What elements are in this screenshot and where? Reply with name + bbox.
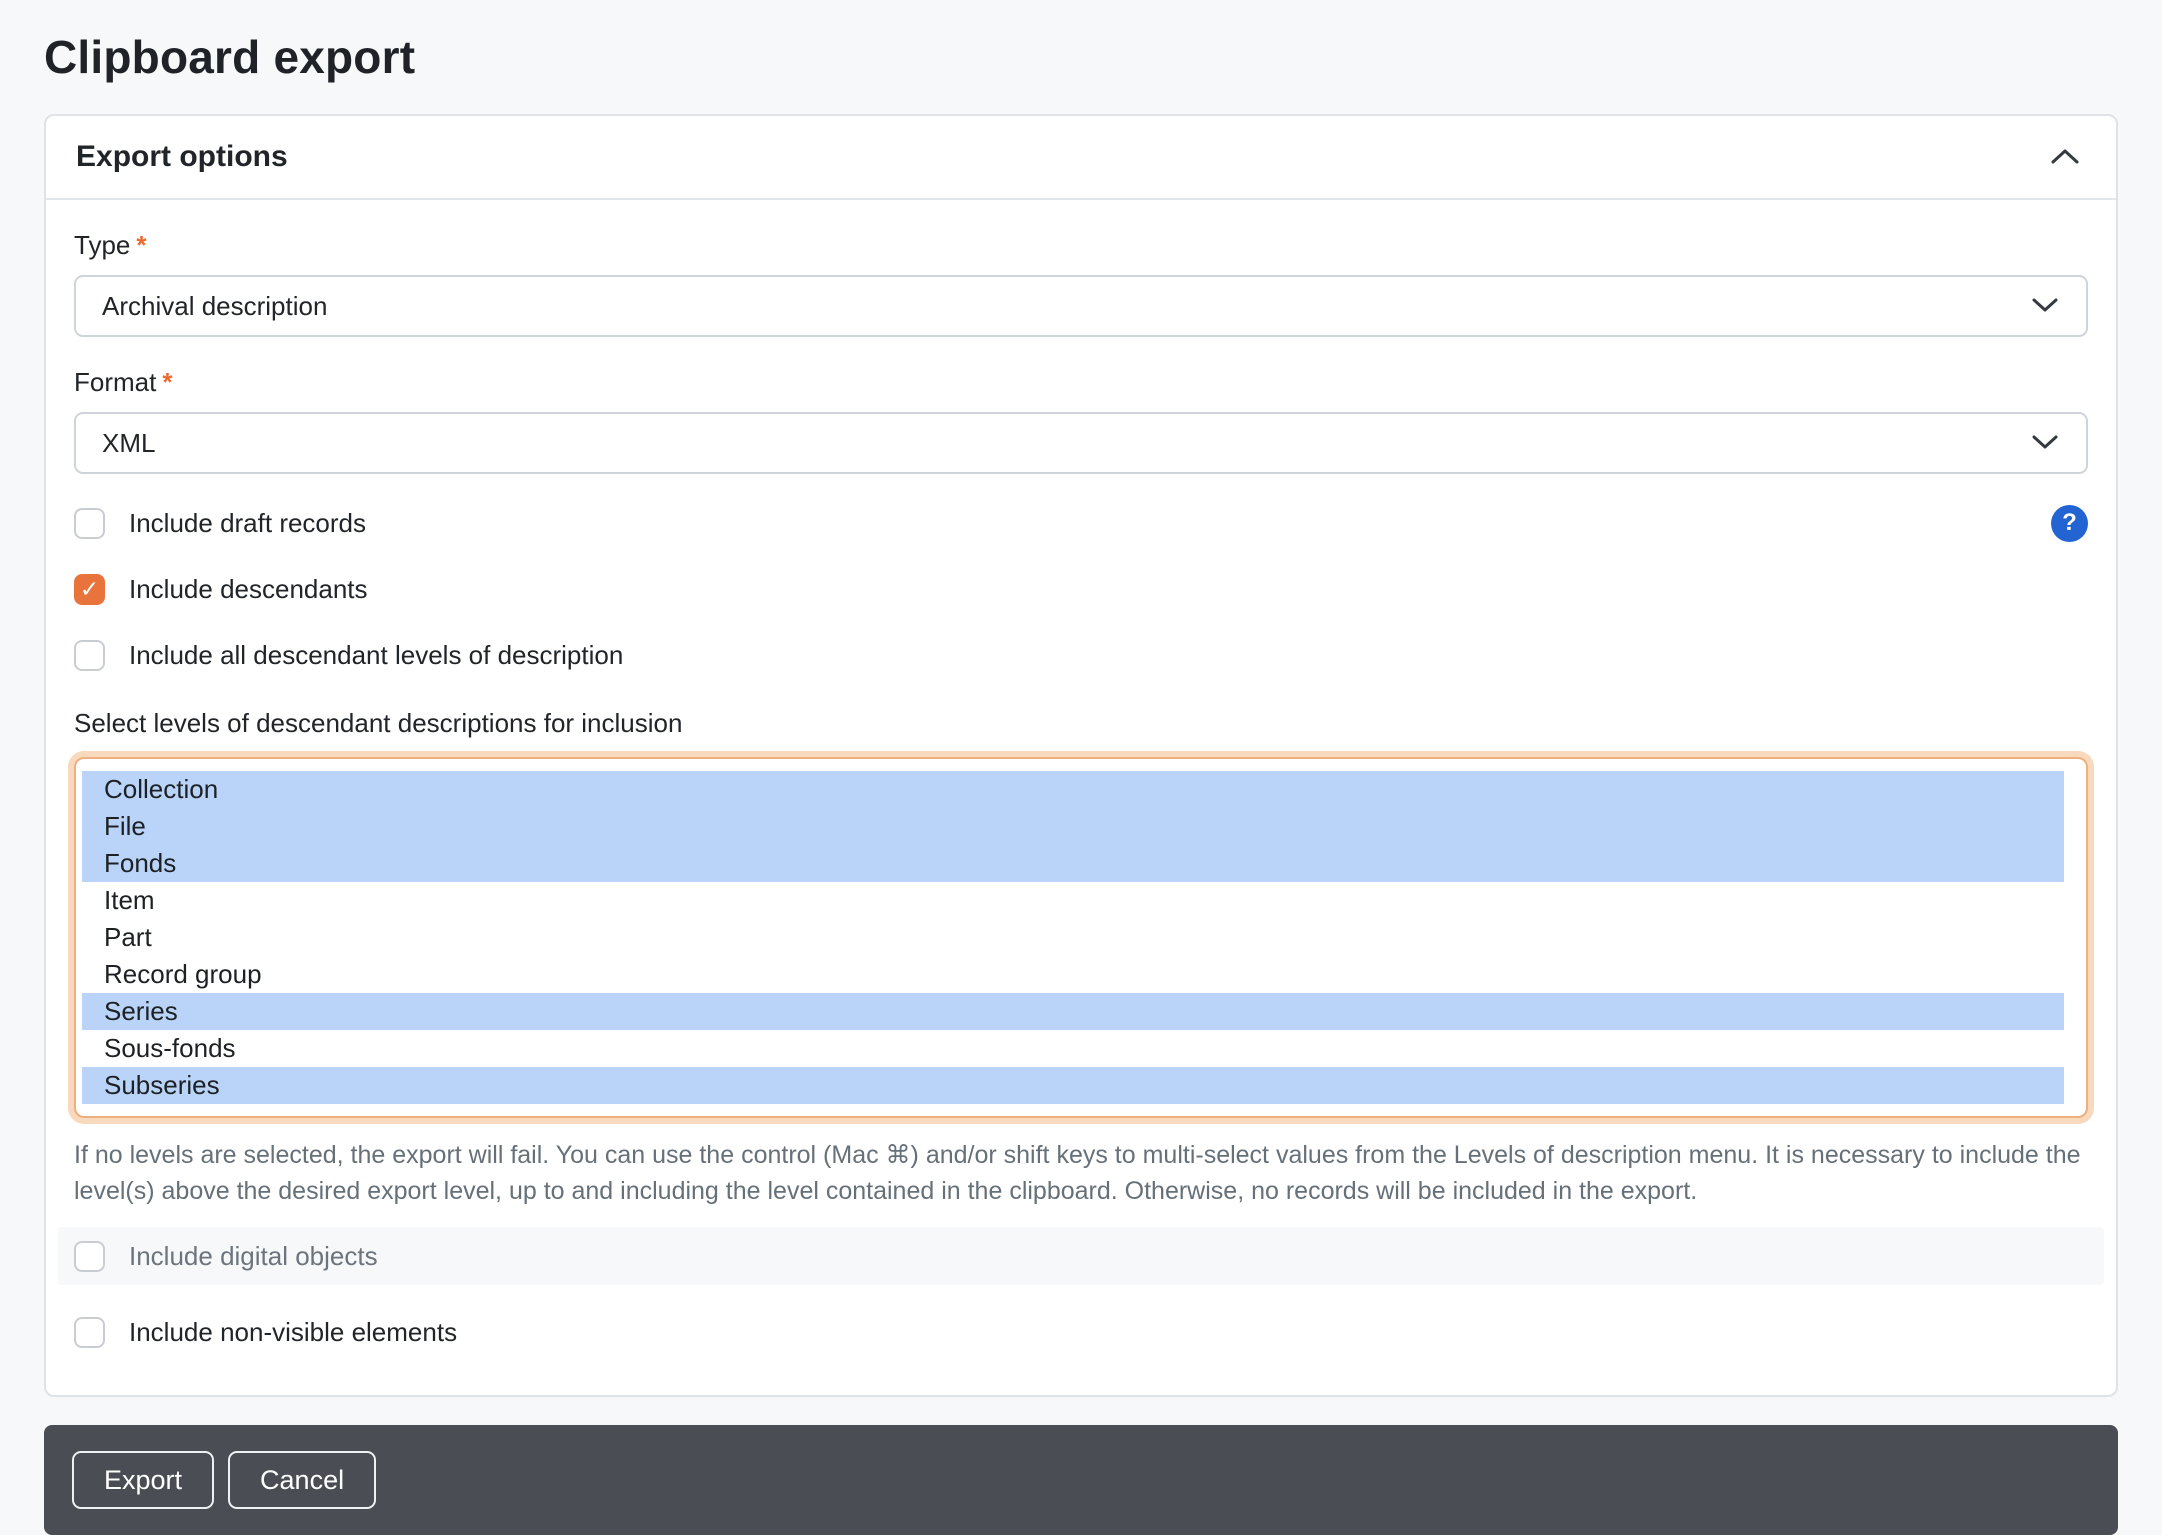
export-options-header[interactable]: Export options: [46, 116, 2116, 200]
include-digital-objects-strip: Include digital objects: [58, 1227, 2104, 1285]
include-digital-objects-row: Include digital objects: [74, 1237, 2088, 1275]
level-option-fonds[interactable]: Fonds: [82, 845, 2064, 882]
include-draft-records-label: Include draft records: [129, 508, 366, 539]
levels-select-label: Select levels of descendant descriptions…: [74, 708, 2088, 739]
cancel-button[interactable]: Cancel: [228, 1451, 376, 1509]
include-descendants-row: Include descendants: [74, 570, 2088, 608]
include-digital-objects-checkbox[interactable]: [74, 1241, 105, 1272]
collapse-panel-button[interactable]: [2044, 142, 2086, 172]
include-digital-objects-label: Include digital objects: [129, 1241, 378, 1272]
help-icon[interactable]: ?: [2051, 505, 2088, 542]
include-all-levels-label: Include all descendant levels of descrip…: [129, 640, 623, 671]
include-draft-records-control[interactable]: Include draft records: [74, 508, 366, 539]
format-label-text: Format: [74, 367, 156, 397]
type-field-label: Type*: [74, 230, 2088, 261]
format-field-label: Format*: [74, 367, 2088, 398]
type-label-text: Type: [74, 230, 130, 260]
level-option-series[interactable]: Series: [82, 993, 2064, 1030]
levels-multiselect[interactable]: CollectionFileFondsItemPartRecord groupS…: [74, 757, 2088, 1118]
include-descendants-control[interactable]: Include descendants: [74, 574, 368, 605]
include-descendants-label: Include descendants: [129, 574, 368, 605]
export-options-panel: Export options Type* Archival descriptio…: [44, 114, 2118, 1397]
include-descendants-checkbox[interactable]: [74, 574, 105, 605]
chevron-up-icon: [2048, 156, 2082, 171]
page-title: Clipboard export: [44, 30, 2118, 84]
level-option-collection[interactable]: Collection: [82, 771, 2064, 808]
level-option-file[interactable]: File: [82, 808, 2064, 845]
include-draft-records-row: Include draft records ?: [74, 504, 2088, 542]
form-actions-bar: Export Cancel: [44, 1425, 2118, 1535]
clipboard-export-page: Clipboard export Export options Type* Ar…: [0, 0, 2162, 1535]
format-select[interactable]: XML: [74, 412, 2088, 474]
export-button[interactable]: Export: [72, 1451, 214, 1509]
panel-body: Type* Archival description Format* XML: [46, 200, 2116, 1395]
panel-title: Export options: [76, 140, 288, 174]
include-all-levels-control[interactable]: Include all descendant levels of descrip…: [74, 640, 623, 671]
level-option-record-group[interactable]: Record group: [82, 956, 2064, 993]
include-all-levels-checkbox[interactable]: [74, 640, 105, 671]
include-non-visible-label: Include non-visible elements: [129, 1317, 457, 1348]
level-option-sous-fonds[interactable]: Sous-fonds: [82, 1030, 2064, 1067]
level-option-subseries[interactable]: Subseries: [82, 1067, 2064, 1104]
include-digital-objects-control[interactable]: Include digital objects: [74, 1241, 378, 1272]
include-all-levels-row: Include all descendant levels of descrip…: [74, 636, 2088, 674]
include-non-visible-row: Include non-visible elements: [74, 1313, 2088, 1351]
chevron-down-icon: [2030, 291, 2060, 322]
type-select[interactable]: Archival description: [74, 275, 2088, 337]
type-select-value: Archival description: [102, 291, 327, 322]
include-non-visible-control[interactable]: Include non-visible elements: [74, 1317, 457, 1348]
level-option-part[interactable]: Part: [82, 919, 2064, 956]
include-non-visible-checkbox[interactable]: [74, 1317, 105, 1348]
required-marker: *: [162, 367, 172, 397]
include-draft-records-checkbox[interactable]: [74, 508, 105, 539]
format-select-value: XML: [102, 428, 155, 459]
levels-help-text: If no levels are selected, the export wi…: [74, 1138, 2088, 1209]
chevron-down-icon: [2030, 428, 2060, 459]
required-marker: *: [136, 230, 146, 260]
level-option-item[interactable]: Item: [82, 882, 2064, 919]
